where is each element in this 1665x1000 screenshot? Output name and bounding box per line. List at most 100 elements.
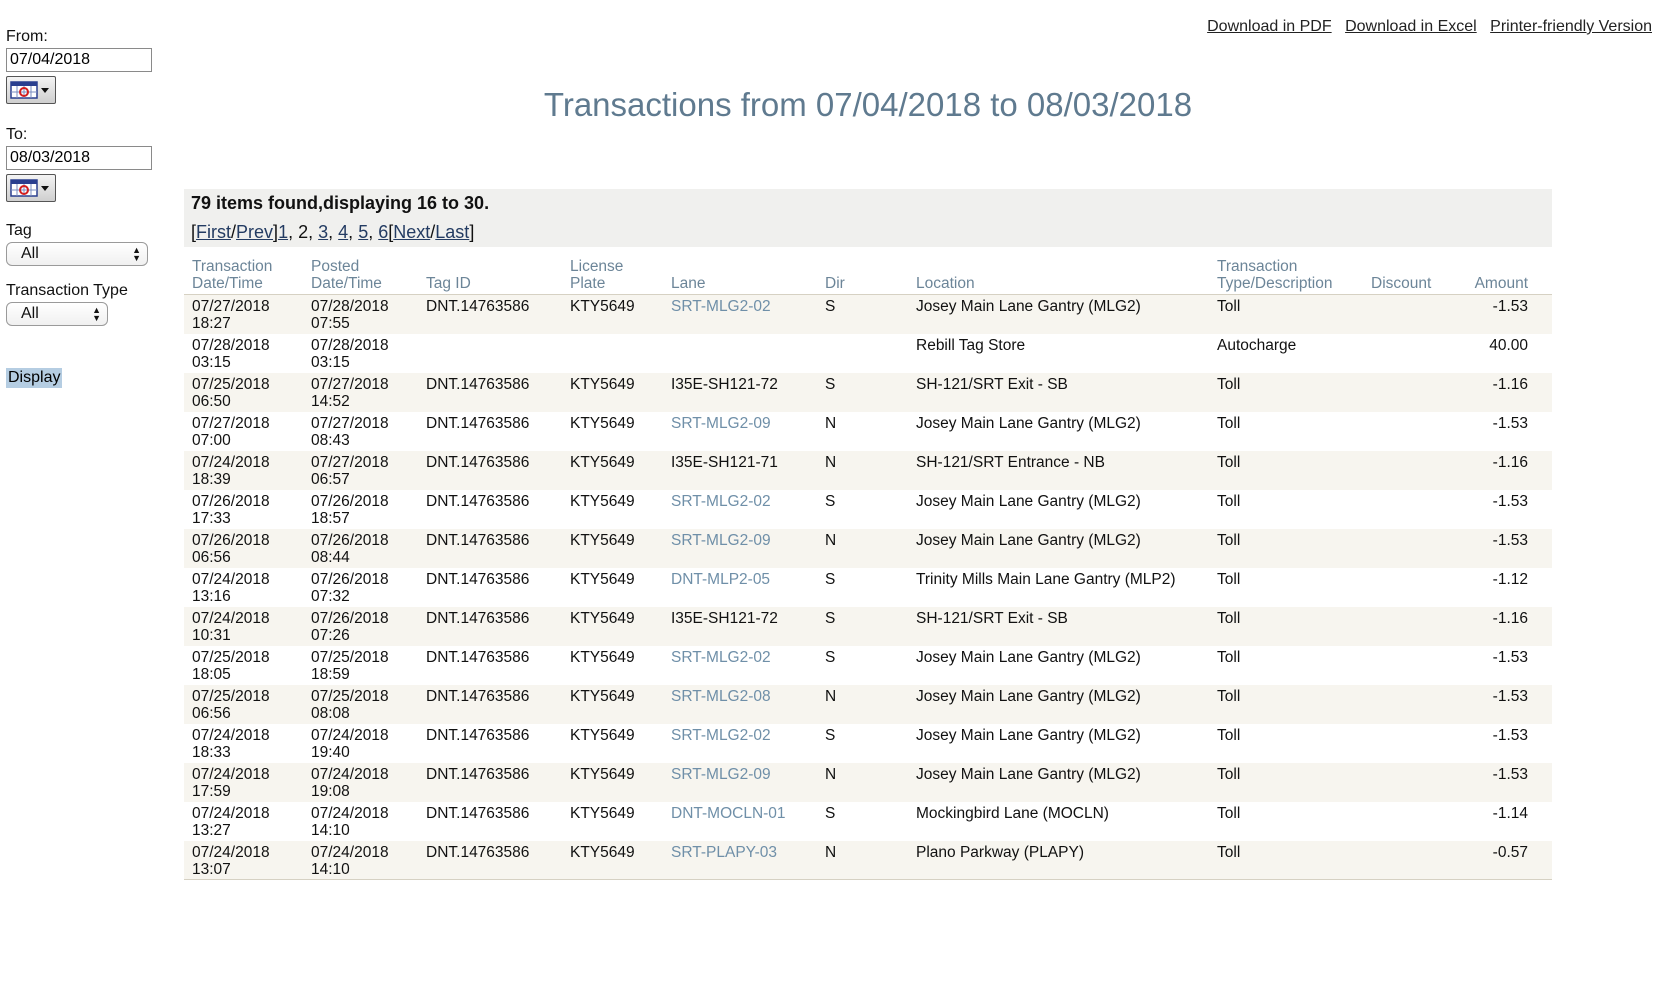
display-button[interactable]: Display xyxy=(6,368,63,388)
cell-amount: -1.14 xyxy=(1456,801,1552,841)
cell-lane[interactable]: SRT-MLG2-09 xyxy=(663,762,817,802)
cell-tag-id: DNT.14763586 xyxy=(418,489,562,529)
transaction-type-select[interactable]: All ▲ ▼ xyxy=(6,302,108,326)
column-header-lane[interactable]: Lane xyxy=(663,255,817,295)
cell-lane[interactable]: SRT-MLG2-02 xyxy=(663,294,817,334)
cell-tag-id: DNT.14763586 xyxy=(418,723,562,763)
cell-lane[interactable]: SRT-PLAPY-03 xyxy=(663,840,817,880)
cell-discount xyxy=(1363,528,1456,568)
from-calendar-button[interactable] xyxy=(6,76,56,104)
pager-next-link[interactable]: Next xyxy=(393,222,430,242)
cell-posted-datetime: 07/28/2018 07:55 xyxy=(303,294,418,334)
pager-page-1[interactable]: 1 xyxy=(278,222,288,242)
cell-tag-id: DNT.14763586 xyxy=(418,528,562,568)
pager-current-page: 2 xyxy=(298,222,309,242)
cell-dir: S xyxy=(817,723,908,763)
cell-tag-id: DNT.14763586 xyxy=(418,684,562,724)
cell-license-plate: KTY5649 xyxy=(562,762,663,802)
pager-first-link[interactable]: First xyxy=(196,222,231,242)
cell-location: Josey Main Lane Gantry (MLG2) xyxy=(908,762,1209,802)
pager-last-link[interactable]: Last xyxy=(435,222,469,242)
cell-lane[interactable]: SRT-MLG2-09 xyxy=(663,528,817,568)
cell-tag-id: DNT.14763586 xyxy=(418,840,562,880)
printer-friendly-link[interactable]: Printer-friendly Version xyxy=(1490,18,1652,35)
cell-amount: 40.00 xyxy=(1456,333,1552,373)
column-header-location[interactable]: Location xyxy=(908,255,1209,295)
cell-amount: -1.53 xyxy=(1456,645,1552,685)
download-pdf-link[interactable]: Download in PDF xyxy=(1207,18,1332,35)
column-header-dir[interactable]: Dir xyxy=(817,255,908,295)
column-header-tag-id[interactable]: Tag ID xyxy=(418,255,562,295)
cell-transaction-type: Toll xyxy=(1209,372,1363,412)
column-header-license-plate[interactable]: License Plate xyxy=(562,255,663,295)
cell-location: SH-121/SRT Exit - SB xyxy=(908,372,1209,412)
table-row: 07/27/2018 18:27 07/28/2018 07:55 DNT.147635… xyxy=(184,294,1552,334)
cell-tag-id: DNT.14763586 xyxy=(418,294,562,334)
to-date-input[interactable] xyxy=(6,146,152,170)
cell-lane[interactable]: SRT-MLG2-02 xyxy=(663,723,817,763)
pager-bracket: ] xyxy=(469,222,475,242)
column-header-transaction-type[interactable]: Transaction Type/Description xyxy=(1209,255,1363,295)
from-date-input[interactable] xyxy=(6,48,152,72)
cell-transaction-type: Toll xyxy=(1209,840,1363,880)
cell-amount: -1.53 xyxy=(1456,489,1552,529)
cell-lane[interactable]: SRT-MLG2-02 xyxy=(663,645,817,685)
cell-location: Josey Main Lane Gantry (MLG2) xyxy=(908,489,1209,529)
cell-lane: I35E-SH121-72 xyxy=(663,606,817,646)
cell-transaction-datetime: 07/27/2018 07:00 xyxy=(184,411,303,451)
column-header-discount[interactable]: Discount xyxy=(1363,255,1456,295)
table-row: 07/24/2018 13:16 07/26/2018 07:32 DNT.147635… xyxy=(184,567,1552,607)
pager-page-4[interactable]: 4 xyxy=(338,222,348,242)
cell-posted-datetime: 07/27/2018 08:43 xyxy=(303,411,418,451)
cell-transaction-type: Toll xyxy=(1209,645,1363,685)
cell-dir: S xyxy=(817,801,908,841)
cell-discount xyxy=(1363,723,1456,763)
pager-separator: , xyxy=(348,222,359,242)
cell-dir xyxy=(817,333,908,373)
tag-select[interactable]: All ▲ ▼ xyxy=(6,242,148,266)
cell-lane[interactable]: SRT-MLG2-09 xyxy=(663,411,817,451)
results-summary: 79 items found,displaying 16 to 30. [Fir… xyxy=(184,189,1552,247)
transaction-type-label: Transaction Type xyxy=(6,282,128,299)
calendar-icon xyxy=(10,81,49,99)
cell-posted-datetime: 07/26/2018 08:44 xyxy=(303,528,418,568)
cell-discount xyxy=(1363,606,1456,646)
cell-lane[interactable]: DNT-MOCLN-01 xyxy=(663,801,817,841)
tag-select-value: All xyxy=(21,245,39,262)
to-calendar-button[interactable] xyxy=(6,174,56,202)
cell-transaction-datetime: 07/24/2018 13:07 xyxy=(184,840,303,880)
cell-discount xyxy=(1363,333,1456,373)
cell-transaction-datetime: 07/28/2018 03:15 xyxy=(184,333,303,373)
pager-separator: , xyxy=(328,222,339,242)
pager-prev-link[interactable]: Prev xyxy=(236,222,273,242)
cell-dir: S xyxy=(817,567,908,607)
table-row: 07/28/2018 03:15 07/28/2018 03:15 Rebill Tag… xyxy=(184,333,1552,373)
table-row: 07/26/2018 17:33 07/26/2018 18:57 DNT.147635… xyxy=(184,489,1552,529)
tag-label: Tag xyxy=(6,222,32,239)
cell-lane[interactable]: SRT-MLG2-08 xyxy=(663,684,817,724)
pager-page-6[interactable]: 6 xyxy=(378,222,388,242)
cell-lane xyxy=(663,333,817,373)
pager-page-5[interactable]: 5 xyxy=(358,222,368,242)
cell-posted-datetime: 07/26/2018 18:57 xyxy=(303,489,418,529)
cell-location: Josey Main Lane Gantry (MLG2) xyxy=(908,294,1209,334)
column-header-amount[interactable]: Amount xyxy=(1456,255,1552,295)
cell-lane[interactable]: DNT-MLP2-05 xyxy=(663,567,817,607)
cell-tag-id: DNT.14763586 xyxy=(418,762,562,802)
cell-location: Josey Main Lane Gantry (MLG2) xyxy=(908,723,1209,763)
export-links: Download in PDF Download in Excel Printe… xyxy=(1198,18,1652,36)
pager-page-3[interactable]: 3 xyxy=(318,222,328,242)
cell-lane[interactable]: SRT-MLG2-02 xyxy=(663,489,817,529)
chevron-down-icon xyxy=(41,88,49,93)
cell-license-plate: KTY5649 xyxy=(562,723,663,763)
cell-amount: -1.53 xyxy=(1456,762,1552,802)
column-header-posted-date[interactable]: Posted Date/Time xyxy=(303,255,418,295)
cell-transaction-type: Toll xyxy=(1209,489,1363,529)
chevron-down-icon xyxy=(41,186,49,191)
cell-lane: I35E-SH121-71 xyxy=(663,450,817,490)
cell-amount: -1.53 xyxy=(1456,294,1552,334)
cell-amount: -1.53 xyxy=(1456,528,1552,568)
column-header-transaction-date[interactable]: Transaction Date/Time xyxy=(184,255,303,295)
download-excel-link[interactable]: Download in Excel xyxy=(1345,18,1477,35)
cell-transaction-datetime: 07/26/2018 17:33 xyxy=(184,489,303,529)
